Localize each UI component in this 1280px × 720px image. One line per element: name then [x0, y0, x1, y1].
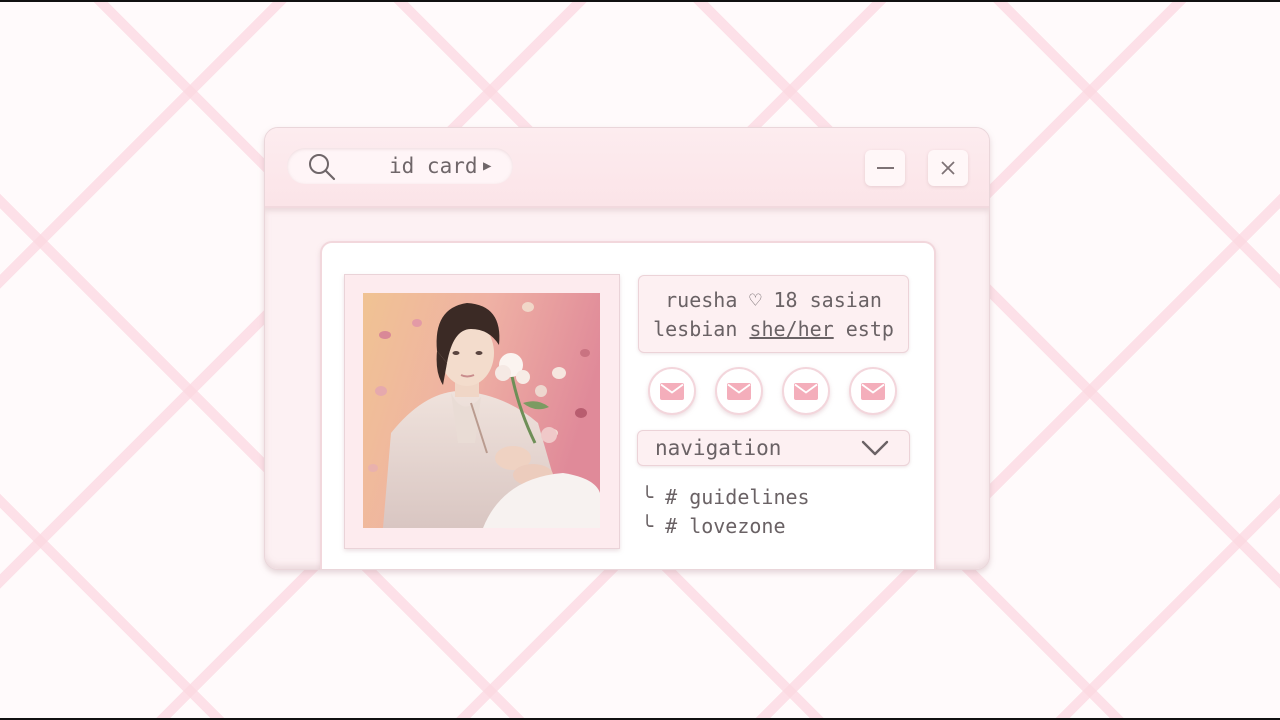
- portrait-photo: [363, 293, 600, 528]
- chevron-down-icon[interactable]: [861, 439, 889, 457]
- mail-button-3[interactable]: [782, 367, 830, 415]
- mail-button-4[interactable]: [849, 367, 897, 415]
- branch-icon: ╰: [641, 514, 654, 538]
- window-titlebar: id card ▶: [265, 128, 989, 208]
- id-card-window: id card ▶ ruesha ♡ 18 sasian lesbian she…: [264, 127, 990, 570]
- title-search-bar[interactable]: id card ▶: [287, 148, 513, 184]
- navigation-dropdown[interactable]: navigation: [637, 430, 910, 466]
- minimize-button[interactable]: [865, 150, 905, 186]
- channel-item-guidelines[interactable]: ╰ # guidelines: [641, 484, 810, 510]
- profile-line-2: lesbian she/her estp: [639, 315, 908, 344]
- orientation-text: lesbian: [653, 317, 750, 341]
- branch-icon: ╰: [641, 485, 654, 509]
- pronouns-link[interactable]: she/her: [749, 317, 833, 341]
- mbti-text: estp: [833, 317, 894, 341]
- play-icon[interactable]: ▶: [483, 158, 491, 174]
- profile-line-1: ruesha ♡ 18 sasian: [665, 288, 882, 312]
- mail-icon: [727, 382, 751, 400]
- contact-buttons: [648, 367, 903, 417]
- mail-button-2[interactable]: [715, 367, 763, 415]
- hash-icon: #: [665, 485, 678, 509]
- navigation-label: navigation: [655, 436, 782, 460]
- top-frame-border: [0, 0, 1280, 2]
- mail-icon: [660, 382, 684, 400]
- channel-item-lovezone[interactable]: ╰ # lovezone: [641, 513, 786, 539]
- window-title: id card: [389, 154, 478, 178]
- hash-icon: #: [665, 514, 678, 538]
- channel-name: guidelines: [689, 485, 810, 509]
- search-icon[interactable]: [307, 152, 337, 182]
- profile-info-box: ruesha ♡ 18 sasian lesbian she/her estp: [638, 275, 909, 353]
- close-button[interactable]: [928, 150, 968, 186]
- id-card: ruesha ♡ 18 sasian lesbian she/her estp: [320, 241, 936, 569]
- photo-frame: [344, 274, 620, 549]
- mail-icon: [861, 382, 885, 400]
- close-icon: [941, 161, 955, 175]
- mail-button-1[interactable]: [648, 367, 696, 415]
- channel-name: lovezone: [689, 514, 786, 538]
- minimize-icon: [876, 167, 894, 169]
- mail-icon: [794, 382, 818, 400]
